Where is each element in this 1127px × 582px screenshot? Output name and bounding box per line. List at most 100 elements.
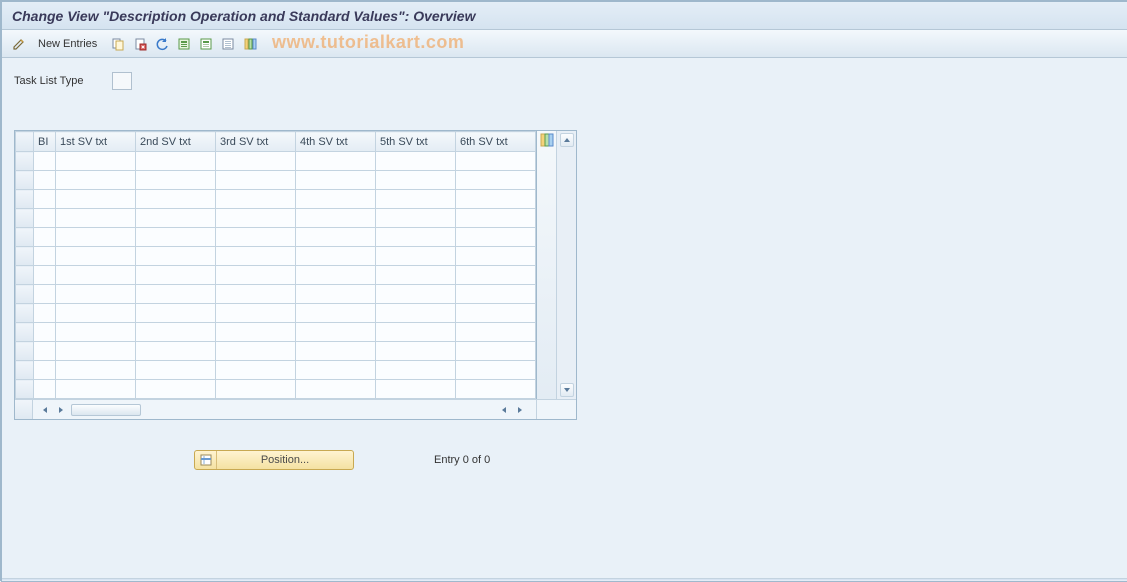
col-header-3rd-sv[interactable]: 3rd SV txt bbox=[216, 132, 296, 152]
grid-cell[interactable] bbox=[136, 304, 216, 323]
grid-cell[interactable] bbox=[296, 361, 376, 380]
grid-cell[interactable] bbox=[136, 171, 216, 190]
grid-cell[interactable] bbox=[56, 342, 136, 361]
grid-cell[interactable] bbox=[56, 228, 136, 247]
grid-cell[interactable] bbox=[136, 380, 216, 399]
grid-cell[interactable] bbox=[296, 323, 376, 342]
grid-cell[interactable] bbox=[56, 171, 136, 190]
col-header-5th-sv[interactable]: 5th SV txt bbox=[376, 132, 456, 152]
select-all-icon[interactable] bbox=[175, 35, 193, 53]
grid-cell[interactable] bbox=[296, 285, 376, 304]
task-list-type-input[interactable] bbox=[112, 72, 132, 90]
grid-cell[interactable] bbox=[34, 361, 56, 380]
grid-cell[interactable] bbox=[136, 266, 216, 285]
grid-cell[interactable] bbox=[56, 323, 136, 342]
grid-cell[interactable] bbox=[216, 285, 296, 304]
scroll-left-icon[interactable] bbox=[39, 404, 51, 416]
grid-cell[interactable] bbox=[296, 209, 376, 228]
grid-cell[interactable] bbox=[456, 361, 536, 380]
grid-cell[interactable] bbox=[456, 228, 536, 247]
configure-columns-icon[interactable] bbox=[241, 35, 259, 53]
grid-cell[interactable] bbox=[376, 228, 456, 247]
grid-cell[interactable] bbox=[376, 304, 456, 323]
grid-cell[interactable] bbox=[376, 171, 456, 190]
new-entries-button[interactable]: New Entries bbox=[32, 37, 103, 51]
grid-cell[interactable] bbox=[456, 380, 536, 399]
grid-cell[interactable] bbox=[56, 190, 136, 209]
col-header-2nd-sv[interactable]: 2nd SV txt bbox=[136, 132, 216, 152]
row-selector[interactable] bbox=[16, 342, 34, 361]
grid-cell[interactable] bbox=[56, 285, 136, 304]
grid-cell[interactable] bbox=[456, 285, 536, 304]
grid-cell[interactable] bbox=[296, 266, 376, 285]
row-selector[interactable] bbox=[16, 228, 34, 247]
grid-corner-cell[interactable] bbox=[16, 132, 34, 152]
row-selector[interactable] bbox=[16, 190, 34, 209]
scroll-right-a-icon[interactable] bbox=[55, 404, 67, 416]
grid-cell[interactable] bbox=[56, 247, 136, 266]
row-selector[interactable] bbox=[16, 209, 34, 228]
row-selector[interactable] bbox=[16, 323, 34, 342]
grid-cell[interactable] bbox=[34, 247, 56, 266]
grid-cell[interactable] bbox=[34, 190, 56, 209]
grid-cell[interactable] bbox=[34, 209, 56, 228]
grid-cell[interactable] bbox=[34, 152, 56, 171]
grid-cell[interactable] bbox=[56, 361, 136, 380]
grid-cell[interactable] bbox=[56, 380, 136, 399]
grid-cell[interactable] bbox=[136, 342, 216, 361]
scroll-down-icon[interactable] bbox=[560, 383, 574, 397]
grid-cell[interactable] bbox=[216, 342, 296, 361]
grid-cell[interactable] bbox=[456, 152, 536, 171]
col-header-4th-sv[interactable]: 4th SV txt bbox=[296, 132, 376, 152]
row-selector[interactable] bbox=[16, 304, 34, 323]
grid-cell[interactable] bbox=[296, 342, 376, 361]
grid-cell[interactable] bbox=[34, 304, 56, 323]
grid-cell[interactable] bbox=[56, 152, 136, 171]
grid-cell[interactable] bbox=[216, 209, 296, 228]
grid-cell[interactable] bbox=[34, 266, 56, 285]
grid-cell[interactable] bbox=[216, 304, 296, 323]
grid-cell[interactable] bbox=[296, 228, 376, 247]
grid-cell[interactable] bbox=[376, 380, 456, 399]
grid-cell[interactable] bbox=[376, 342, 456, 361]
grid-cell[interactable] bbox=[56, 266, 136, 285]
row-selector[interactable] bbox=[16, 361, 34, 380]
grid-cell[interactable] bbox=[34, 342, 56, 361]
grid-cell[interactable] bbox=[296, 190, 376, 209]
grid-cell[interactable] bbox=[34, 228, 56, 247]
grid-cell[interactable] bbox=[376, 285, 456, 304]
grid-cell[interactable] bbox=[376, 190, 456, 209]
hscroll-thumb[interactable] bbox=[71, 404, 141, 416]
grid-cell[interactable] bbox=[136, 323, 216, 342]
grid-cell[interactable] bbox=[216, 171, 296, 190]
grid-cell[interactable] bbox=[216, 247, 296, 266]
grid-cell[interactable] bbox=[296, 304, 376, 323]
grid-cell[interactable] bbox=[456, 323, 536, 342]
grid-cell[interactable] bbox=[456, 190, 536, 209]
vertical-scrollbar[interactable] bbox=[556, 131, 576, 399]
grid-cell[interactable] bbox=[216, 228, 296, 247]
scroll-left-b-icon[interactable] bbox=[498, 404, 510, 416]
col-header-1st-sv[interactable]: 1st SV txt bbox=[56, 132, 136, 152]
grid-cell[interactable] bbox=[456, 342, 536, 361]
scroll-right-icon[interactable] bbox=[514, 404, 526, 416]
grid-cell[interactable] bbox=[456, 171, 536, 190]
grid-cell[interactable] bbox=[34, 171, 56, 190]
row-selector[interactable] bbox=[16, 247, 34, 266]
grid-cell[interactable] bbox=[216, 323, 296, 342]
row-selector[interactable] bbox=[16, 380, 34, 399]
grid-cell[interactable] bbox=[136, 247, 216, 266]
grid-cell[interactable] bbox=[376, 247, 456, 266]
grid-cell[interactable] bbox=[456, 209, 536, 228]
grid-cell[interactable] bbox=[376, 209, 456, 228]
grid-cell[interactable] bbox=[136, 228, 216, 247]
grid-cell[interactable] bbox=[34, 323, 56, 342]
configure-table-column[interactable] bbox=[536, 131, 556, 399]
grid-cell[interactable] bbox=[56, 209, 136, 228]
row-selector[interactable] bbox=[16, 266, 34, 285]
undo-change-icon[interactable] bbox=[153, 35, 171, 53]
row-selector[interactable] bbox=[16, 171, 34, 190]
grid-cell[interactable] bbox=[216, 380, 296, 399]
deselect-all-icon[interactable] bbox=[219, 35, 237, 53]
grid-cell[interactable] bbox=[296, 247, 376, 266]
